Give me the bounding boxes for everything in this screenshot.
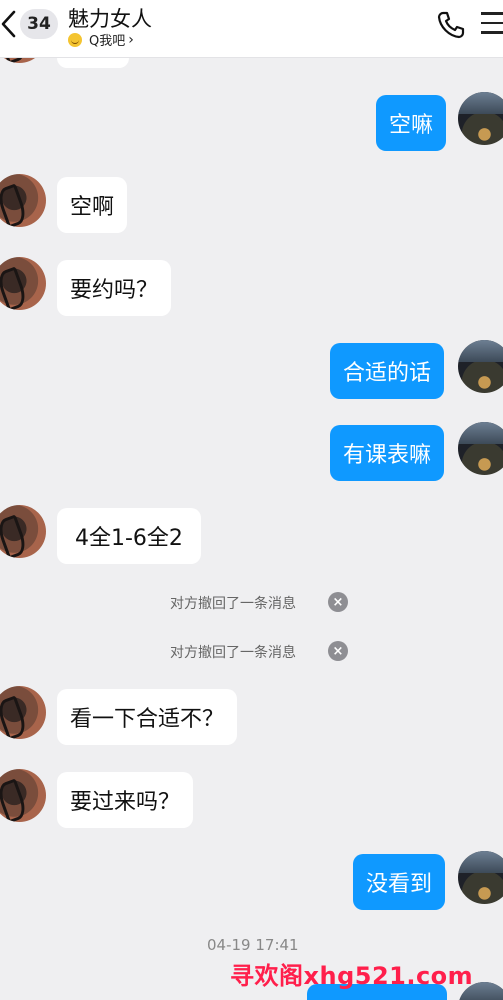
message-bubble-incoming[interactable]: 要过来吗？ <box>57 772 194 828</box>
my-avatar[interactable] <box>458 422 503 475</box>
message-bubble-outgoing[interactable]: 空嘛 <box>376 95 447 151</box>
contact-avatar[interactable] <box>0 505 46 558</box>
back-arrow-icon[interactable] <box>0 6 22 42</box>
message-bubble-incoming[interactable]: 空啊 <box>57 177 128 233</box>
message-timestamp: 04-19 17:41 <box>207 936 299 954</box>
recall-notice: 对方撤回了一条消息 × <box>0 639 503 663</box>
close-icon[interactable]: × <box>328 592 348 612</box>
phone-icon[interactable] <box>436 10 466 40</box>
message-bubble-outgoing[interactable]: 有课表嘛 <box>330 425 445 481</box>
message-bubble-outgoing[interactable]: 合适的话 <box>330 343 445 399</box>
message-bubble-outgoing[interactable]: 没看到 <box>353 854 446 910</box>
chat-header: 34 魅力女人 Q我吧 › <box>0 0 503 58</box>
chevron-right-icon: › <box>128 31 134 48</box>
smile-emoji-icon <box>68 32 82 47</box>
unread-count-badge[interactable]: 34 <box>20 9 58 39</box>
close-icon[interactable]: × <box>328 641 348 661</box>
my-avatar[interactable] <box>458 340 503 393</box>
recall-notice: 对方撤回了一条消息 × <box>0 590 503 614</box>
my-avatar[interactable] <box>458 851 503 904</box>
message-bubble-incoming[interactable]: 4全1-6全2 <box>57 508 201 564</box>
status-text: Q我吧 <box>89 34 126 49</box>
contact-avatar[interactable] <box>0 769 46 822</box>
menu-icon[interactable] <box>481 12 503 38</box>
contact-avatar[interactable] <box>0 174 46 227</box>
recall-notice-text: 对方撤回了一条消息 <box>170 645 296 661</box>
recall-notice-text: 对方撤回了一条消息 <box>170 596 296 612</box>
contact-status[interactable]: Q我吧 › <box>68 30 134 49</box>
contact-avatar[interactable] <box>0 257 46 310</box>
watermark: 寻欢阁xhg521.com <box>230 962 474 990</box>
message-bubble-incoming[interactable]: 要约吗？ <box>57 260 172 316</box>
contact-avatar[interactable] <box>0 686 46 739</box>
my-avatar[interactable] <box>458 92 503 145</box>
contact-name[interactable]: 魅力女人 <box>68 3 152 33</box>
message-bubble-incoming[interactable]: 看一下合适不？ <box>57 689 238 745</box>
